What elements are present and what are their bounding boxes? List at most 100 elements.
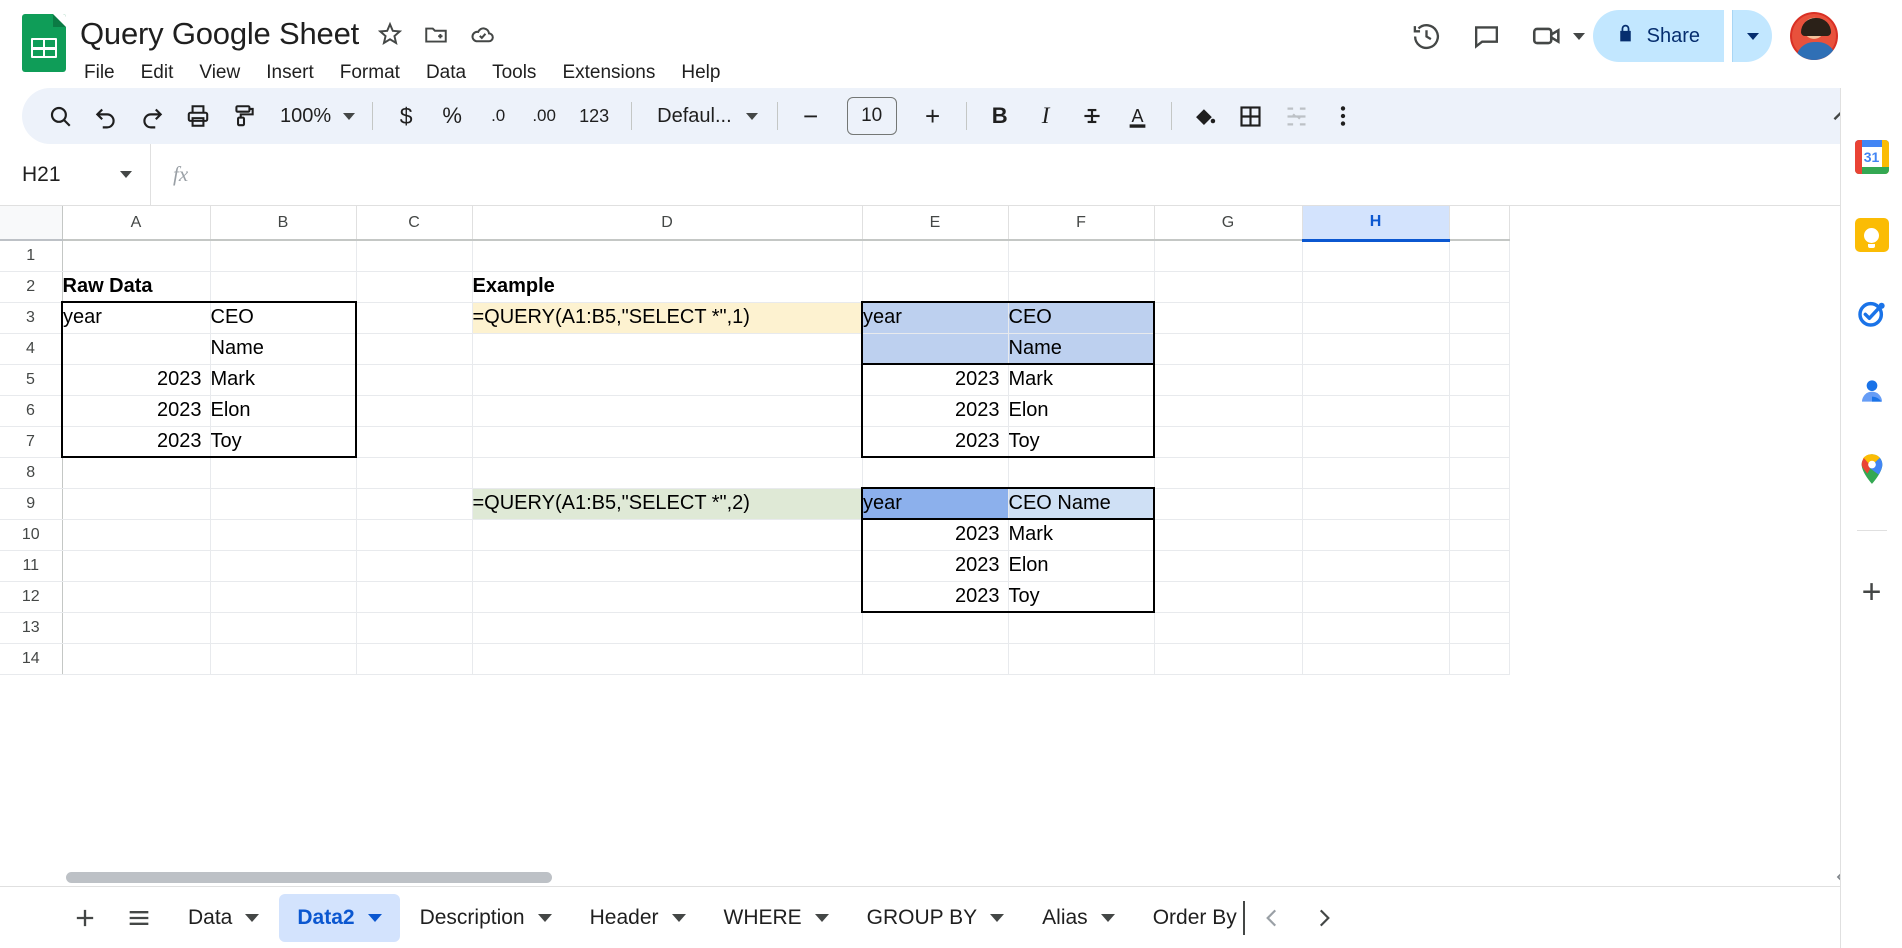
spreadsheet-grid[interactable]: A B C D E F G H 1 2 Raw Data Example 3 y… xyxy=(0,206,1902,886)
star-icon[interactable] xyxy=(375,19,405,49)
column-header-d[interactable]: D xyxy=(472,206,863,241)
cell-D1[interactable] xyxy=(472,240,863,272)
row-header-12[interactable]: 12 xyxy=(0,581,63,613)
menu-data[interactable]: Data xyxy=(426,62,466,84)
menu-edit[interactable]: Edit xyxy=(141,62,174,84)
select-all-corner[interactable] xyxy=(0,206,63,241)
cell-G6[interactable] xyxy=(1154,395,1303,427)
video-camera-icon[interactable] xyxy=(1521,10,1573,62)
menu-extensions[interactable]: Extensions xyxy=(562,62,655,84)
cell-H12[interactable] xyxy=(1302,581,1450,613)
row-header-3[interactable]: 3 xyxy=(0,302,63,334)
cell-I2[interactable] xyxy=(1449,271,1510,303)
cell-E3[interactable]: year xyxy=(861,301,1009,334)
cell-E8[interactable] xyxy=(862,457,1009,489)
menu-format[interactable]: Format xyxy=(340,62,400,84)
move-to-folder-icon[interactable] xyxy=(421,19,451,49)
column-header-b[interactable]: B xyxy=(210,206,357,241)
google-contacts-icon[interactable] xyxy=(1855,374,1889,408)
cell-F14[interactable] xyxy=(1008,643,1155,675)
chevron-down-icon[interactable] xyxy=(245,913,260,922)
merge-cells-icon[interactable] xyxy=(1275,94,1319,138)
cell-F13[interactable] xyxy=(1008,612,1155,644)
cell-A8[interactable] xyxy=(62,457,211,489)
row-header-8[interactable]: 8 xyxy=(0,457,63,489)
horizontal-scroll-thumb[interactable] xyxy=(66,872,552,883)
decrease-font-size-button[interactable]: − xyxy=(789,94,833,138)
cell-B8[interactable] xyxy=(210,457,357,489)
cell-B11[interactable] xyxy=(210,550,357,582)
cell-A7[interactable]: 2023 xyxy=(61,426,211,458)
cell-A1[interactable] xyxy=(62,240,211,272)
version-history-icon[interactable] xyxy=(1401,10,1453,62)
cell-G10[interactable] xyxy=(1154,519,1303,551)
cell-I13[interactable] xyxy=(1449,612,1510,644)
row-header-7[interactable]: 7 xyxy=(0,426,63,458)
increase-font-size-button[interactable]: + xyxy=(911,94,955,138)
cell-B10[interactable] xyxy=(210,519,357,551)
row-header-10[interactable]: 10 xyxy=(0,519,63,551)
cell-E11[interactable]: 2023 xyxy=(861,550,1009,582)
cell-E6[interactable]: 2023 xyxy=(861,395,1009,427)
column-header-f[interactable]: F xyxy=(1008,206,1155,241)
cell-I12[interactable] xyxy=(1449,581,1510,613)
bold-button[interactable]: B xyxy=(978,94,1022,138)
font-family-dropdown[interactable]: Defaul... xyxy=(643,96,765,136)
row-header-13[interactable]: 13 xyxy=(0,612,63,644)
cell-H8[interactable] xyxy=(1302,457,1450,489)
cell-G8[interactable] xyxy=(1154,457,1303,489)
cell-F11[interactable]: Elon xyxy=(1008,550,1155,582)
sheet-tab-data[interactable]: Data xyxy=(170,894,277,942)
zoom-dropdown[interactable]: 100% xyxy=(268,96,361,136)
comment-icon[interactable] xyxy=(1461,10,1513,62)
cell-E9[interactable]: year xyxy=(861,487,1009,520)
cell-G1[interactable] xyxy=(1154,240,1303,272)
cell-A2[interactable]: Raw Data xyxy=(62,271,211,303)
cell-A14[interactable] xyxy=(62,643,211,675)
cell-A10[interactable] xyxy=(62,519,211,551)
cell-I4[interactable] xyxy=(1449,333,1510,365)
column-header-e[interactable]: E xyxy=(862,206,1009,241)
more-options-icon[interactable] xyxy=(1321,94,1365,138)
cell-C9[interactable] xyxy=(356,488,473,520)
all-sheets-menu-icon[interactable] xyxy=(116,895,162,941)
cell-E7[interactable]: 2023 xyxy=(861,426,1009,458)
google-maps-icon[interactable] xyxy=(1855,452,1889,486)
add-ons-icon[interactable]: + xyxy=(1855,575,1889,609)
fill-color-icon[interactable] xyxy=(1183,94,1227,138)
cell-F12[interactable]: Toy xyxy=(1008,581,1155,613)
cell-D7[interactable] xyxy=(472,426,863,458)
italic-button[interactable]: I xyxy=(1024,94,1068,138)
cell-I3[interactable] xyxy=(1449,302,1510,334)
cell-I5[interactable] xyxy=(1449,364,1510,396)
cell-D2[interactable]: Example xyxy=(472,271,863,303)
cell-C10[interactable] xyxy=(356,519,473,551)
user-avatar[interactable] xyxy=(1788,10,1840,62)
cell-C2[interactable] xyxy=(356,271,473,303)
cell-E2[interactable] xyxy=(862,271,1009,303)
cell-A9[interactable] xyxy=(62,488,211,520)
menu-help[interactable]: Help xyxy=(681,62,720,84)
cell-D9[interactable]: =QUERY(A1:B5,"SELECT *",2) xyxy=(472,488,863,520)
cell-F8[interactable] xyxy=(1008,457,1155,489)
chevron-down-icon[interactable] xyxy=(367,913,382,922)
cell-F4[interactable]: Name xyxy=(1008,333,1155,365)
row-header-9[interactable]: 9 xyxy=(0,488,63,520)
cell-F9[interactable]: CEO Name xyxy=(1008,487,1155,520)
meet-options-caret-icon[interactable] xyxy=(1572,32,1585,40)
cell-I11[interactable] xyxy=(1449,550,1510,582)
increase-decimal-button[interactable]: .00 xyxy=(522,94,566,138)
sheet-tab-group-by[interactable]: GROUP BY xyxy=(849,894,1022,942)
cell-E12[interactable]: 2023 xyxy=(861,581,1009,613)
cell-B3[interactable]: CEO xyxy=(210,301,357,334)
menu-file[interactable]: File xyxy=(84,62,115,84)
cell-E13[interactable] xyxy=(862,612,1009,644)
cell-D4[interactable] xyxy=(472,333,863,365)
cell-F3[interactable]: CEO xyxy=(1008,301,1155,334)
google-keep-icon[interactable] xyxy=(1854,218,1889,252)
cell-C8[interactable] xyxy=(356,457,473,489)
chevron-right-icon[interactable] xyxy=(1311,905,1337,931)
row-header-2[interactable]: 2 xyxy=(0,271,63,303)
row-header-11[interactable]: 11 xyxy=(0,550,63,582)
cell-H14[interactable] xyxy=(1302,643,1450,675)
